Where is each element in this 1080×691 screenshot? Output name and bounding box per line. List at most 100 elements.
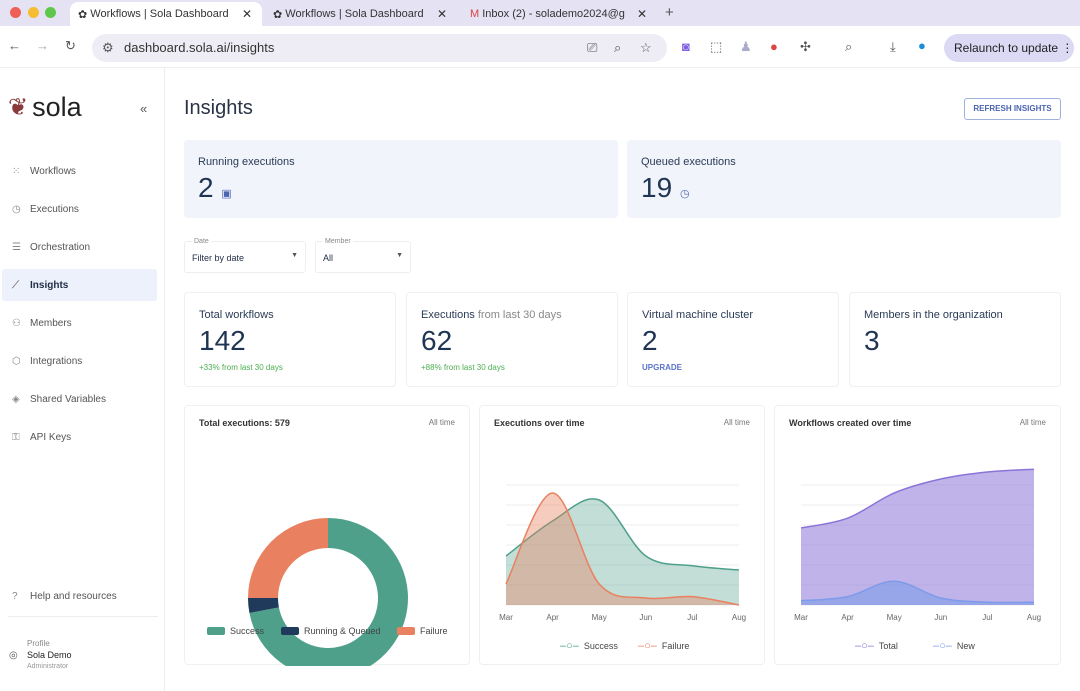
sidebar-item-label: Shared Variables xyxy=(30,393,106,405)
help-link[interactable]: ? Help and resources xyxy=(2,580,157,612)
legend-item[interactable]: –○– Failure xyxy=(638,640,689,652)
stat-label: Members in the organization xyxy=(864,309,1003,321)
legend-marker-icon: –○– xyxy=(933,640,952,652)
sidebar-item-members[interactable]: ⚇ Members xyxy=(2,307,157,339)
tab-title: Inbox (2) - solademo2024@g xyxy=(482,8,625,20)
install-icon[interactable]: ⎚ xyxy=(587,34,597,62)
url-input[interactable]: ⚙ dashboard.sola.ai/insights ⎚ ⌕ ☆ xyxy=(92,34,667,62)
workflows-created-chart-card: Workflows created over time All time Mar… xyxy=(774,405,1061,665)
x-tick-label: Jun xyxy=(639,613,652,622)
extension-icon[interactable]: ⬚ xyxy=(710,39,722,55)
legend-item[interactable]: –○– Success xyxy=(560,640,618,652)
extension-icon[interactable]: ◙ xyxy=(682,39,690,54)
legend-swatch xyxy=(397,627,415,635)
profile-role: Administrator xyxy=(27,663,69,670)
legend-label: New xyxy=(956,641,975,651)
legend-marker-icon: –○– xyxy=(855,640,874,652)
series-area-total xyxy=(801,469,1034,605)
card-title: Running executions xyxy=(198,156,295,168)
legend-item[interactable]: Success xyxy=(207,626,264,636)
area-chart: Mar Apr May Jun Jul Aug xyxy=(794,468,1041,622)
stat-label: Executions from last 30 days xyxy=(421,309,562,321)
x-tick-label: Jul xyxy=(687,613,697,622)
stat-value: 2 xyxy=(642,325,658,356)
close-tab-icon[interactable]: ✕ xyxy=(242,7,252,21)
x-tick-label: May xyxy=(592,613,607,622)
zoom-icon[interactable]: ⌕ xyxy=(614,34,621,62)
close-window-button[interactable] xyxy=(10,7,21,18)
legend-item[interactable]: Running & Queued xyxy=(281,626,381,636)
profile-label: Profile xyxy=(27,639,50,648)
stat-change: +88% from last 30 days xyxy=(421,363,505,372)
key-icon: ⚿ xyxy=(12,431,20,443)
sidebar-item-integrations[interactable]: ⬡ Integrations xyxy=(2,345,157,377)
sola-favicon-icon: ✿ xyxy=(78,8,91,21)
x-tick-label: May xyxy=(887,613,902,622)
legend-item[interactable]: –○– New xyxy=(933,640,975,652)
member-label: Member xyxy=(323,238,353,245)
site-settings-icon[interactable]: ⚙ xyxy=(102,34,114,62)
legend-item[interactable]: –○– Total xyxy=(855,640,898,652)
x-tick-label: Aug xyxy=(732,613,746,622)
close-tab-icon[interactable]: ✕ xyxy=(637,7,647,21)
queued-executions-card: Queued executions 19 ◷ xyxy=(627,140,1061,218)
stat-label: Virtual machine cluster xyxy=(642,309,753,321)
tab-title: Workflows | Sola Dashboard xyxy=(285,8,424,20)
reload-icon[interactable]: ↻ xyxy=(65,38,76,54)
chevron-down-icon: ▼ xyxy=(396,252,403,259)
page-title: Insights xyxy=(184,97,253,119)
collapse-sidebar-icon[interactable]: « xyxy=(140,101,147,116)
stat-card: Virtual machine cluster 2 UPGRADE xyxy=(627,292,839,387)
sidebar-item-orchestration[interactable]: ☰ Orchestration xyxy=(2,231,157,263)
date-value: Filter by date xyxy=(192,253,245,263)
help-icon: ? xyxy=(12,590,18,602)
maximize-window-button[interactable] xyxy=(45,7,56,18)
sidebar-item-api-keys[interactable]: ⚿ API Keys xyxy=(2,421,157,453)
back-icon[interactable]: ← xyxy=(8,38,21,53)
new-tab-button[interactable]: + xyxy=(665,4,674,21)
legend-marker-icon: –○– xyxy=(638,640,657,652)
extensions-puzzle-icon[interactable]: ✣ xyxy=(800,39,811,55)
x-tick-label: Mar xyxy=(794,613,808,622)
sidebar-item-label: Insights xyxy=(30,279,69,291)
member-filter-select[interactable]: Member All ▼ xyxy=(315,238,411,273)
profile-name[interactable]: Sola Demo xyxy=(27,650,72,660)
sidebar-item-executions[interactable]: ◷ Executions xyxy=(2,193,157,225)
donut-slice-failure[interactable] xyxy=(248,518,328,598)
sidebar-item-workflows[interactable]: ⁙ Workflows xyxy=(2,155,157,187)
url-text: dashboard.sola.ai/insights xyxy=(124,40,275,55)
address-bar-row: ← → ↻ ⚙ dashboard.sola.ai/insights ⎚ ⌕ ☆ … xyxy=(0,26,1080,68)
sidebar-item-label: Workflows xyxy=(30,165,76,177)
stat-card: Total workflows 142 +33% from last 30 days xyxy=(184,292,396,387)
legend-label: Success xyxy=(230,626,265,636)
sidebar-item-insights[interactable]: ⟋ Insights xyxy=(2,269,157,301)
date-filter-select[interactable]: Date Filter by date ▼ xyxy=(184,238,306,273)
legend-label: Failure xyxy=(661,641,690,651)
member-value: All xyxy=(323,253,334,263)
sidebar-item-label: Integrations xyxy=(30,355,83,367)
sidebar-item-shared-variables[interactable]: ◈ Shared Variables xyxy=(2,383,157,415)
legend-swatch xyxy=(207,627,225,635)
browser-tab[interactable]: ✿ Workflows | Sola Dashboard ✕ xyxy=(70,2,262,26)
legend-item[interactable]: Failure xyxy=(397,626,448,636)
minimize-window-button[interactable] xyxy=(28,7,39,18)
total-executions-chart-card: Total executions: 579 All time Success Ru… xyxy=(184,405,470,666)
upgrade-link[interactable]: UPGRADE xyxy=(642,363,682,372)
puzzle-icon: ⬡ xyxy=(12,355,21,367)
download-icon[interactable]: ⤓ xyxy=(890,39,896,55)
extension-icon[interactable]: ♟ xyxy=(740,39,752,55)
x-tick-label: Aug xyxy=(1027,613,1041,622)
tab-search-icon[interactable]: ⌕ xyxy=(845,39,852,55)
browser-tab[interactable]: M Inbox (2) - solademo2024@g ✕ xyxy=(462,2,657,26)
legend-swatch xyxy=(281,627,299,635)
extension-icon[interactable]: ● xyxy=(770,39,778,54)
profile-avatar-icon[interactable]: ● xyxy=(918,38,926,53)
browser-tab[interactable]: ✿ Workflows | Sola Dashboard ✕ xyxy=(265,2,457,26)
close-tab-icon[interactable]: ✕ xyxy=(437,7,447,21)
refresh-insights-button[interactable]: REFRESH INSIGHTS xyxy=(964,98,1061,120)
bookmark-star-icon[interactable]: ☆ xyxy=(640,34,652,62)
relaunch-button[interactable]: Relaunch to update ⋮ xyxy=(944,34,1074,62)
running-executions-card: Running executions 2 ▣ xyxy=(184,140,618,218)
stat-value: 62 xyxy=(421,325,453,356)
forward-icon[interactable]: → xyxy=(36,38,49,53)
